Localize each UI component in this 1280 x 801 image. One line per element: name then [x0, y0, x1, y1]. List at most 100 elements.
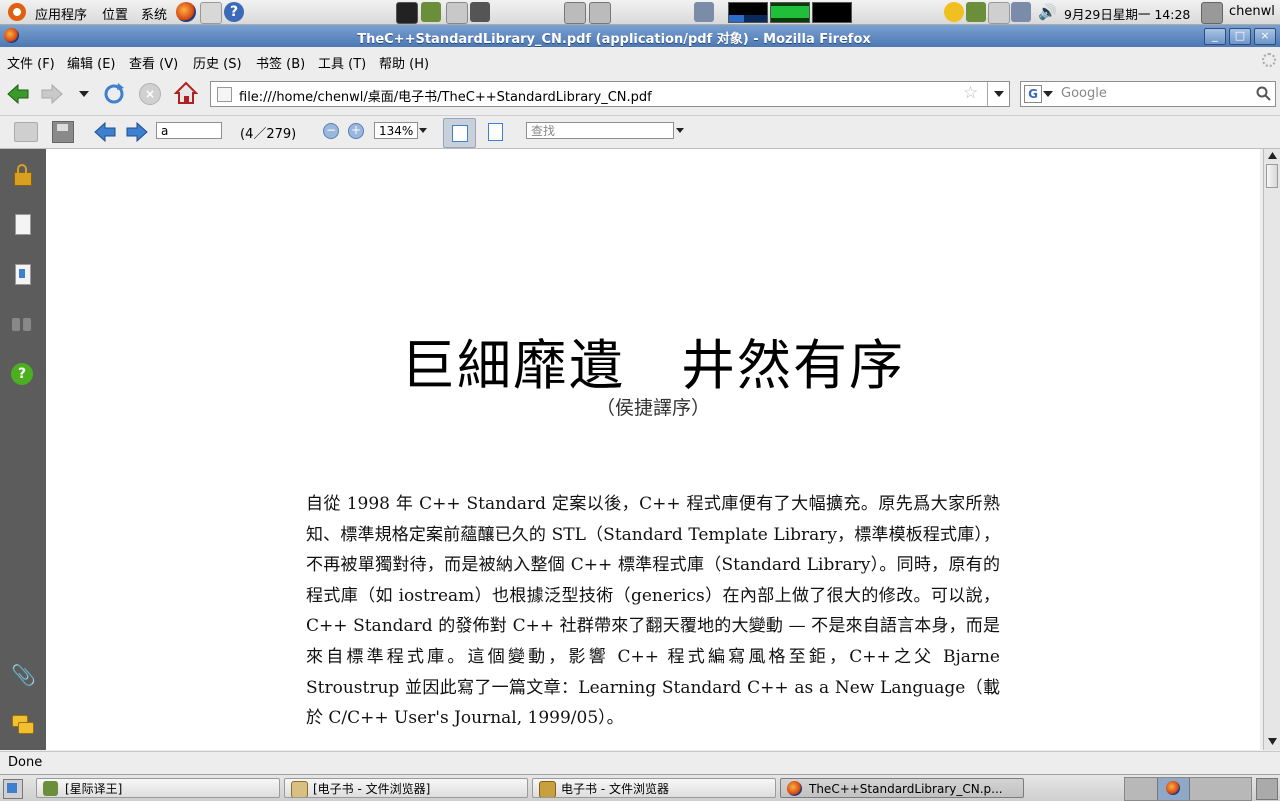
- scrollbar-thumb[interactable]: [1266, 164, 1278, 188]
- zoom-dropdown-icon[interactable]: [419, 128, 427, 134]
- throbber-icon: [1262, 53, 1276, 67]
- home-icon[interactable]: [174, 81, 198, 105]
- workspace-active[interactable]: [1157, 778, 1190, 800]
- printer-tray-icon[interactable]: [988, 2, 1010, 24]
- menubar: 文件 (F) 编辑 (E) 查看 (V) 历史 (S) 书签 (B) 工具 (T…: [0, 48, 1280, 72]
- vertical-scrollbar[interactable]: [1263, 149, 1280, 750]
- status-text: Done: [8, 755, 43, 770]
- minimize-button[interactable]: _: [1204, 28, 1226, 45]
- mail-launcher-icon[interactable]: [200, 2, 222, 24]
- zoom-select[interactable]: 134%: [374, 122, 418, 139]
- workspace-1-icon[interactable]: [564, 2, 586, 24]
- show-desktop-icon[interactable]: [3, 779, 23, 799]
- menu-file[interactable]: 文件 (F): [7, 53, 55, 72]
- attachment-paperclip-icon[interactable]: 📎: [11, 663, 36, 687]
- places-menu[interactable]: 位置: [102, 4, 128, 23]
- scroll-down-arrow-icon[interactable]: [1267, 737, 1278, 746]
- gnome-top-panel: 应用程序 位置 系统 ? 🔊 9月29日星期一 14:28 chenwl: [0, 0, 1280, 25]
- save-icon[interactable]: [52, 121, 74, 143]
- folder-task-icon: [291, 781, 308, 797]
- firefox-mini-icon: [1166, 781, 1180, 795]
- help-icon[interactable]: ?: [11, 363, 33, 385]
- terminal-launcher-icon[interactable]: [396, 2, 418, 24]
- history-dropdown-icon[interactable]: [78, 89, 90, 99]
- pdf-page[interactable]: 巨細靡遺 井然有序 （侯捷譯序） 自從 1998 年 C++ Standard …: [46, 149, 1260, 750]
- close-button[interactable]: ×: [1254, 28, 1276, 45]
- search-icon[interactable]: [1256, 86, 1271, 101]
- google-engine-icon[interactable]: G: [1024, 85, 1042, 103]
- window-titlebar[interactable]: TheC++StandardLibrary_CN.pdf (applicatio…: [0, 25, 1280, 47]
- camera-launcher-icon[interactable]: [470, 2, 490, 22]
- firefox-launcher-icon[interactable]: [176, 2, 196, 22]
- page-count: (4／279): [240, 127, 297, 142]
- stardict-tray-icon[interactable]: [966, 2, 986, 22]
- qq-tray-icon[interactable]: [944, 2, 964, 22]
- network-tray-icon[interactable]: [1011, 2, 1031, 22]
- scroll-up-arrow-icon[interactable]: [1267, 151, 1278, 160]
- bookmark-star-icon[interactable]: ☆: [963, 83, 978, 103]
- pages-icon[interactable]: [11, 213, 33, 235]
- previous-page-icon[interactable]: [94, 122, 116, 142]
- document-subtitle: （侯捷譯序）: [595, 397, 710, 419]
- dictionary-launcher-icon[interactable]: [421, 2, 441, 22]
- url-dropdown-button[interactable]: [987, 82, 1009, 106]
- window-title: TheC++StandardLibrary_CN.pdf (applicatio…: [357, 32, 871, 47]
- ubuntu-logo-icon[interactable]: [8, 3, 26, 21]
- engine-dropdown-icon[interactable]: [1043, 91, 1053, 98]
- fit-width-button[interactable]: [443, 118, 476, 148]
- forward-arrow-icon[interactable]: [40, 83, 64, 105]
- taskbar-label: TheC++StandardLibrary_CN.p...: [809, 782, 1003, 796]
- print-icon[interactable]: [14, 122, 38, 142]
- search-bar[interactable]: G Google: [1020, 81, 1276, 107]
- user-name[interactable]: chenwl: [1229, 4, 1275, 19]
- menu-help[interactable]: 帮助 (H): [379, 53, 429, 72]
- fit-page-button[interactable]: [485, 121, 505, 141]
- binoculars-icon[interactable]: [11, 313, 33, 335]
- zoom-in-icon[interactable]: +: [348, 123, 364, 139]
- page-favicon-icon: [217, 87, 232, 102]
- comments-icon[interactable]: [11, 713, 34, 735]
- maximize-button[interactable]: □: [1229, 28, 1251, 45]
- taskbar-item-file-browser-2[interactable]: 电子书 - 文件浏览器: [532, 778, 776, 798]
- workspace-2-icon[interactable]: [589, 2, 611, 24]
- bookmarks-icon[interactable]: [11, 263, 33, 285]
- screenshot-tool-icon[interactable]: [446, 2, 468, 24]
- next-page-icon[interactable]: [126, 122, 148, 142]
- url-text[interactable]: file:///home/chenwl/桌面/电子书/TheC++Standar…: [239, 86, 652, 105]
- clock[interactable]: 9月29日星期一 14:28: [1064, 4, 1190, 23]
- url-bar[interactable]: file:///home/chenwl/桌面/电子书/TheC++Standar…: [210, 81, 1010, 107]
- memory-monitor[interactable]: [770, 2, 810, 23]
- reload-icon[interactable]: [102, 82, 126, 106]
- taskbar-label: 电子书 - 文件浏览器: [561, 782, 669, 796]
- taskbar-item-file-browser-1[interactable]: [电子书 - 文件浏览器]: [284, 778, 528, 798]
- menu-history[interactable]: 历史 (S): [193, 53, 242, 72]
- stop-icon[interactable]: ×: [139, 83, 161, 105]
- gnome-bottom-panel: [星际译王] [电子书 - 文件浏览器] 电子书 - 文件浏览器 TheC++S…: [0, 774, 1280, 801]
- stardict-task-icon: [43, 781, 58, 796]
- cpu-monitor[interactable]: [728, 2, 768, 23]
- applications-menu[interactable]: 应用程序: [35, 4, 87, 23]
- page-number-input[interactable]: a: [156, 122, 222, 139]
- help-launcher-icon[interactable]: ?: [224, 2, 244, 22]
- trash-icon[interactable]: [1256, 778, 1278, 800]
- menu-bookmarks[interactable]: 书签 (B): [256, 53, 305, 72]
- zoom-out-icon[interactable]: −: [323, 123, 339, 139]
- workspace-switcher[interactable]: [1124, 777, 1252, 801]
- find-input[interactable]: 查找: [526, 122, 674, 139]
- security-lock-icon[interactable]: [11, 163, 33, 186]
- menu-view[interactable]: 查看 (V): [129, 53, 178, 72]
- folder-task-icon: [539, 781, 556, 797]
- navigation-toolbar: × file:///home/chenwl/桌面/电子书/TheC++Stand…: [0, 73, 1280, 116]
- taskbar-item-stardict[interactable]: [星际译王]: [36, 778, 280, 798]
- taskbar-item-firefox[interactable]: TheC++StandardLibrary_CN.p...: [780, 778, 1024, 798]
- network-monitor-icon[interactable]: [694, 2, 714, 22]
- system-menu[interactable]: 系统: [141, 4, 167, 23]
- find-dropdown-icon[interactable]: [676, 128, 684, 134]
- swap-monitor[interactable]: [812, 2, 852, 23]
- menu-edit[interactable]: 编辑 (E): [67, 53, 116, 72]
- search-placeholder[interactable]: Google: [1061, 86, 1107, 101]
- volume-icon[interactable]: 🔊: [1038, 3, 1057, 21]
- back-arrow-icon[interactable]: [6, 83, 30, 105]
- logout-icon[interactable]: [1201, 2, 1223, 24]
- menu-tools[interactable]: 工具 (T): [318, 53, 366, 72]
